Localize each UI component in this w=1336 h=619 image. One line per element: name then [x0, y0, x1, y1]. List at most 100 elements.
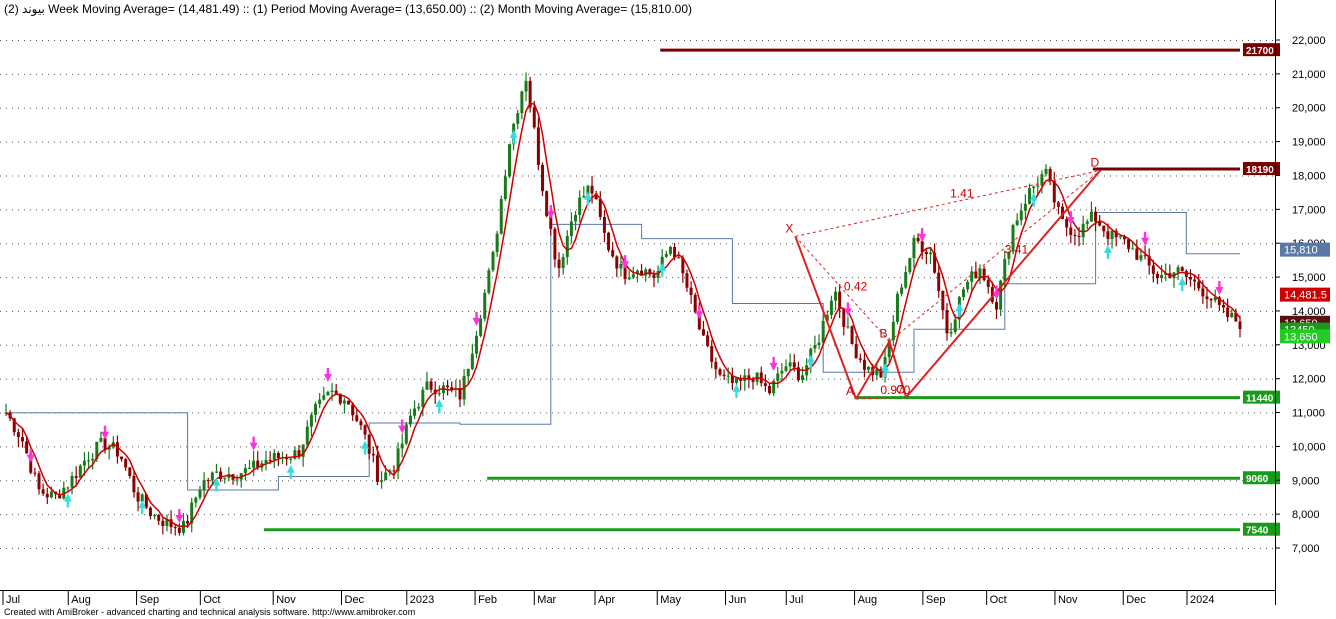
x-tick-label: Jul	[6, 594, 20, 606]
price-candle	[367, 434, 371, 454]
price-candle	[1073, 235, 1077, 237]
price-candle	[574, 215, 578, 222]
y-tick-label: 21,000	[1292, 69, 1326, 81]
price-candle	[276, 453, 280, 459]
price-candle	[181, 520, 185, 533]
x-tick-label: Dec	[345, 594, 365, 606]
price-candle	[1127, 239, 1131, 249]
price-candle	[1023, 203, 1027, 211]
price-candle	[961, 289, 965, 298]
y-tick-label: 19,000	[1292, 137, 1326, 149]
price-candle	[124, 459, 128, 468]
price-candle	[206, 480, 210, 482]
price-candle	[607, 232, 611, 251]
price-candle	[132, 475, 136, 493]
price-candle	[355, 415, 359, 422]
price-candle	[429, 381, 433, 390]
price-candle	[706, 335, 710, 347]
price-candle	[1028, 188, 1032, 204]
price-candle	[862, 359, 866, 370]
price-candle	[1085, 221, 1089, 224]
price-candle	[1160, 275, 1164, 279]
pattern-ratio-label: 3.41	[1005, 242, 1029, 256]
price-candle	[813, 345, 817, 349]
price-candle	[1209, 299, 1213, 301]
price-candle	[652, 274, 656, 278]
price-candle	[487, 270, 491, 293]
price-candle	[128, 467, 132, 476]
price-candle	[611, 250, 615, 257]
price-candle	[1155, 273, 1159, 279]
price-candle	[479, 318, 483, 336]
price-candle	[838, 291, 842, 309]
price-tag-label: 13,650	[1284, 331, 1318, 343]
y-tick-label: 20,000	[1292, 103, 1326, 115]
price-candle	[1184, 271, 1188, 277]
price-candle	[615, 256, 619, 269]
price-candle	[1003, 258, 1007, 281]
price-candle	[392, 470, 396, 472]
pattern-point-label: B	[879, 326, 887, 340]
price-candle	[693, 294, 697, 313]
price-candle	[792, 362, 796, 368]
price-candle	[928, 252, 932, 255]
price-candle	[161, 520, 165, 527]
price-candle	[1201, 288, 1205, 297]
price-candle	[417, 406, 421, 409]
price-candle	[788, 362, 792, 367]
price-candle	[305, 426, 309, 445]
price-candle	[953, 319, 957, 333]
price-candle	[413, 408, 417, 416]
y-tick-label: 17,000	[1292, 204, 1326, 216]
price-candle	[1015, 220, 1019, 226]
price-candle	[949, 332, 953, 334]
price-candle	[1019, 210, 1023, 221]
y-tick-label: 15,000	[1292, 272, 1326, 284]
price-candle	[900, 287, 904, 294]
price-candle	[1221, 304, 1225, 308]
price-candle	[677, 257, 681, 259]
pattern-ratio-label: 0.970	[880, 383, 910, 397]
price-candle	[1205, 296, 1209, 300]
price-candle	[45, 493, 49, 498]
price-candle	[309, 414, 313, 427]
price-candle	[722, 374, 726, 376]
price-candle	[223, 477, 227, 480]
price-candle	[177, 528, 181, 533]
price-candle	[780, 370, 784, 374]
price-candle	[747, 375, 751, 379]
pattern-ratio-label: 0.42	[844, 280, 868, 294]
price-candle	[734, 377, 738, 383]
price-candle	[532, 107, 536, 128]
price-candle	[1151, 265, 1155, 274]
price-candle	[120, 456, 124, 460]
price-candle	[846, 326, 850, 328]
price-candle	[474, 335, 478, 354]
price-candle	[49, 491, 53, 498]
price-candle	[854, 344, 858, 359]
x-tick-label: Dec	[1126, 594, 1146, 606]
price-candle	[243, 468, 247, 474]
price-chart[interactable]: 21700181901144090607540 XABCD0.420.9703.…	[0, 0, 1336, 619]
level-label: 9060	[1246, 474, 1269, 485]
price-candle	[74, 476, 78, 478]
price-candle	[202, 480, 206, 491]
price-candle	[801, 375, 805, 381]
price-candle	[916, 237, 920, 242]
level-label: 11440	[1246, 394, 1274, 405]
price-candle	[21, 437, 25, 442]
price-candle	[1036, 185, 1040, 187]
price-candle	[342, 400, 346, 404]
price-candle	[157, 514, 161, 521]
price-candle	[421, 389, 425, 407]
price-candle	[1143, 255, 1147, 257]
price-candle	[247, 467, 251, 469]
price-candle	[1131, 248, 1135, 250]
price-candle	[850, 326, 854, 345]
price-candle	[66, 487, 70, 489]
x-tick-label: Jul	[789, 594, 803, 606]
price-candle	[536, 127, 540, 165]
price-candle	[235, 479, 239, 481]
price-candle	[70, 476, 74, 488]
price-candle	[516, 113, 520, 124]
